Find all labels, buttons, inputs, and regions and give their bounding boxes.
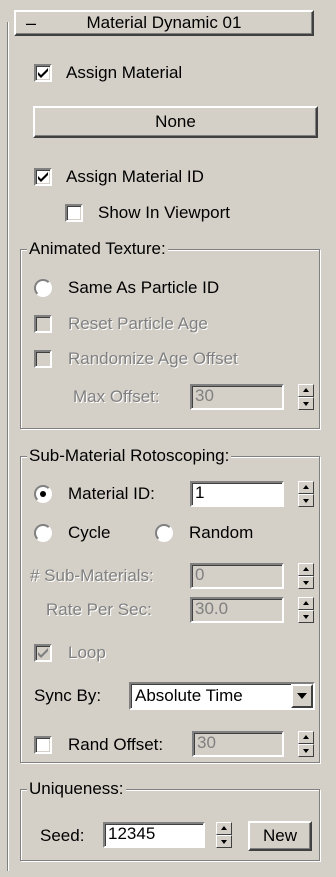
animated-texture-title: Animated Texture: <box>27 239 168 259</box>
max-offset-spinner[interactable] <box>298 384 314 410</box>
random-radio[interactable] <box>155 524 173 542</box>
checkmark-icon <box>38 172 48 182</box>
material-id-label: Material ID: <box>68 484 155 503</box>
cycle-label: Cycle <box>68 523 111 542</box>
loop-label: Loop <box>68 643 106 662</box>
assign-material-label: Assign Material <box>66 63 183 82</box>
checkmark-icon <box>38 68 48 78</box>
sub-materials-label: # Sub-Materials: <box>30 566 154 585</box>
max-offset-input[interactable]: 30 <box>190 384 284 410</box>
sub-materials-input[interactable]: 0 <box>190 563 284 589</box>
rand-offset-input[interactable]: 30 <box>192 731 284 757</box>
rand-offset-spinner[interactable] <box>298 731 314 757</box>
seed-spinner[interactable] <box>216 822 232 848</box>
rollout-border <box>7 22 8 871</box>
dropdown-arrow-icon[interactable] <box>291 684 313 708</box>
new-seed-button[interactable]: New <box>248 821 312 851</box>
material-id-spinner[interactable] <box>298 481 314 507</box>
sync-by-value: Absolute Time <box>135 686 243 705</box>
sync-by-dropdown[interactable]: Absolute Time <box>129 682 315 710</box>
assign-material-id-checkbox[interactable] <box>34 168 52 186</box>
material-id-input[interactable]: 1 <box>190 481 284 507</box>
radio-selected-dot <box>40 491 46 497</box>
assign-material-id-label: Assign Material ID <box>66 167 204 186</box>
randomize-age-offset-label: Randomize Age Offset <box>68 349 238 368</box>
rollout-title: Material Dynamic 01 <box>86 13 242 32</box>
show-in-viewport-checkbox[interactable] <box>65 204 83 222</box>
sync-by-label: Sync By: <box>34 686 102 705</box>
checkmark-icon <box>38 648 48 658</box>
reset-particle-age-checkbox[interactable] <box>34 315 52 333</box>
material-id-radio[interactable] <box>34 485 52 503</box>
random-label: Random <box>189 523 254 542</box>
uniqueness-title: Uniqueness: <box>27 779 126 799</box>
randomize-age-offset-checkbox[interactable] <box>34 350 52 368</box>
sub-material-rotoscoping-title: Sub-Material Rotoscoping: <box>27 446 232 466</box>
rand-offset-label: Rand Offset: <box>68 735 164 754</box>
rate-per-sec-spinner[interactable] <box>298 597 314 623</box>
rollout-header-button[interactable]: – Material Dynamic 01 <box>14 10 314 36</box>
same-as-particle-id-radio[interactable] <box>34 279 52 297</box>
loop-checkbox[interactable] <box>34 644 52 662</box>
max-offset-label: Max Offset: <box>73 387 160 406</box>
same-as-particle-id-label: Same As Particle ID <box>68 278 220 297</box>
show-in-viewport-label: Show In Viewport <box>98 203 230 222</box>
material-select-button[interactable]: None <box>33 106 318 138</box>
rand-offset-checkbox[interactable] <box>34 736 52 754</box>
cycle-radio[interactable] <box>34 524 52 542</box>
seed-label: Seed: <box>40 826 85 845</box>
rate-per-sec-label: Rate Per Sec: <box>46 600 152 619</box>
seed-input[interactable]: 12345 <box>103 822 205 848</box>
sub-materials-spinner[interactable] <box>298 563 314 589</box>
reset-particle-age-label: Reset Particle Age <box>68 314 208 333</box>
rate-per-sec-input[interactable]: 30.0 <box>190 597 284 623</box>
assign-material-checkbox[interactable] <box>34 64 52 82</box>
